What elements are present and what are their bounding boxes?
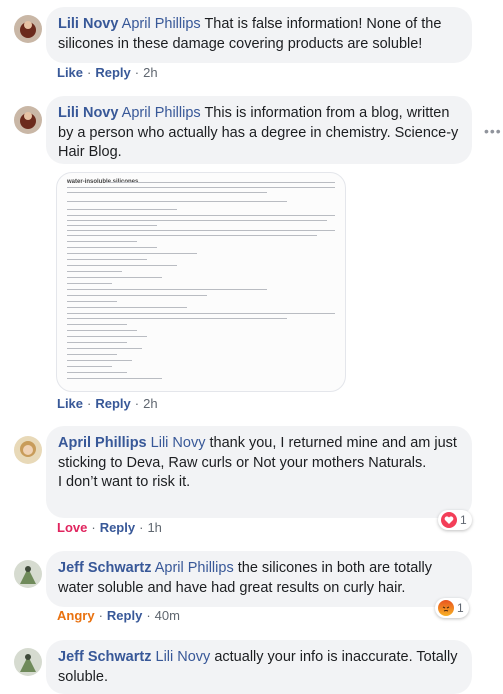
author-name[interactable]: Jeff Schwartz	[58, 560, 151, 576]
mention-tag[interactable]: April Phillips	[122, 105, 201, 121]
avatar-lili-novy[interactable]	[14, 106, 42, 134]
comment-5: Jeff Schwartz Lili Novy actually your in…	[0, 632, 503, 694]
comment-actions: Like · Reply · 2h	[57, 65, 158, 80]
comment-4: Jeff Schwartz April Phillips the silicon…	[0, 542, 503, 632]
avatar-april-phillips[interactable]	[14, 436, 42, 464]
comment-2: Lili Novy April Phillips This is informa…	[0, 90, 503, 420]
comment-1: Lili Novy April Phillips That is false i…	[0, 0, 503, 90]
timestamp[interactable]: 2h	[143, 65, 157, 80]
comment-text: This is information from a blog, written…	[58, 105, 459, 160]
comment-bubble: Lili Novy April Phillips This is informa…	[46, 96, 472, 164]
author-name[interactable]: Lili Novy	[58, 16, 118, 32]
comment-bubble: Jeff Schwartz Lili Novy actually your in…	[46, 640, 472, 694]
comment-bubble: Lili Novy April Phillips That is false i…	[46, 7, 472, 63]
comment-actions: Angry · Reply · 40m	[57, 608, 180, 623]
author-name[interactable]: Jeff Schwartz	[58, 649, 151, 665]
angry-reaction-icon	[438, 600, 454, 616]
angry-reaction-button[interactable]: Angry	[57, 608, 95, 623]
comment-actions: Love · Reply · 1h	[57, 520, 162, 535]
reply-button[interactable]: Reply	[95, 396, 130, 411]
comment-actions: Like · Reply · 2h	[57, 396, 158, 411]
mention-tag[interactable]: Lili Novy	[156, 649, 211, 665]
reaction-count[interactable]: 1	[435, 598, 469, 618]
comment-bubble: Jeff Schwartz April Phillips the silicon…	[46, 551, 472, 607]
comment-bubble: April Phillips Lili Novy thank you, I re…	[46, 426, 472, 518]
author-name[interactable]: April Phillips	[58, 435, 147, 451]
love-reaction-button[interactable]: Love	[57, 520, 87, 535]
mention-tag[interactable]: April Phillips	[155, 560, 234, 576]
comment-3: April Phillips Lili Novy thank you, I re…	[0, 420, 503, 542]
avatar-jeff-schwartz[interactable]	[14, 560, 42, 588]
reply-button[interactable]: Reply	[95, 65, 130, 80]
attachment-image[interactable]: water-insoluble silicones	[56, 172, 346, 392]
timestamp[interactable]: 2h	[143, 396, 157, 411]
more-options-icon[interactable]: •••	[484, 123, 502, 139]
author-name[interactable]: Lili Novy	[58, 105, 118, 121]
timestamp[interactable]: 40m	[155, 608, 180, 623]
avatar-jeff-schwartz[interactable]	[14, 648, 42, 676]
love-reaction-icon	[441, 512, 457, 528]
reaction-count[interactable]: 1	[438, 510, 472, 530]
reply-button[interactable]: Reply	[107, 608, 142, 623]
avatar-lili-novy[interactable]	[14, 15, 42, 43]
timestamp[interactable]: 1h	[147, 520, 161, 535]
mention-tag[interactable]: Lili Novy	[151, 435, 206, 451]
comment-text-line2: I don’t want to risk it.	[58, 474, 191, 490]
like-button[interactable]: Like	[57, 65, 83, 80]
reply-button[interactable]: Reply	[100, 520, 135, 535]
like-button[interactable]: Like	[57, 396, 83, 411]
mention-tag[interactable]: April Phillips	[122, 16, 201, 32]
